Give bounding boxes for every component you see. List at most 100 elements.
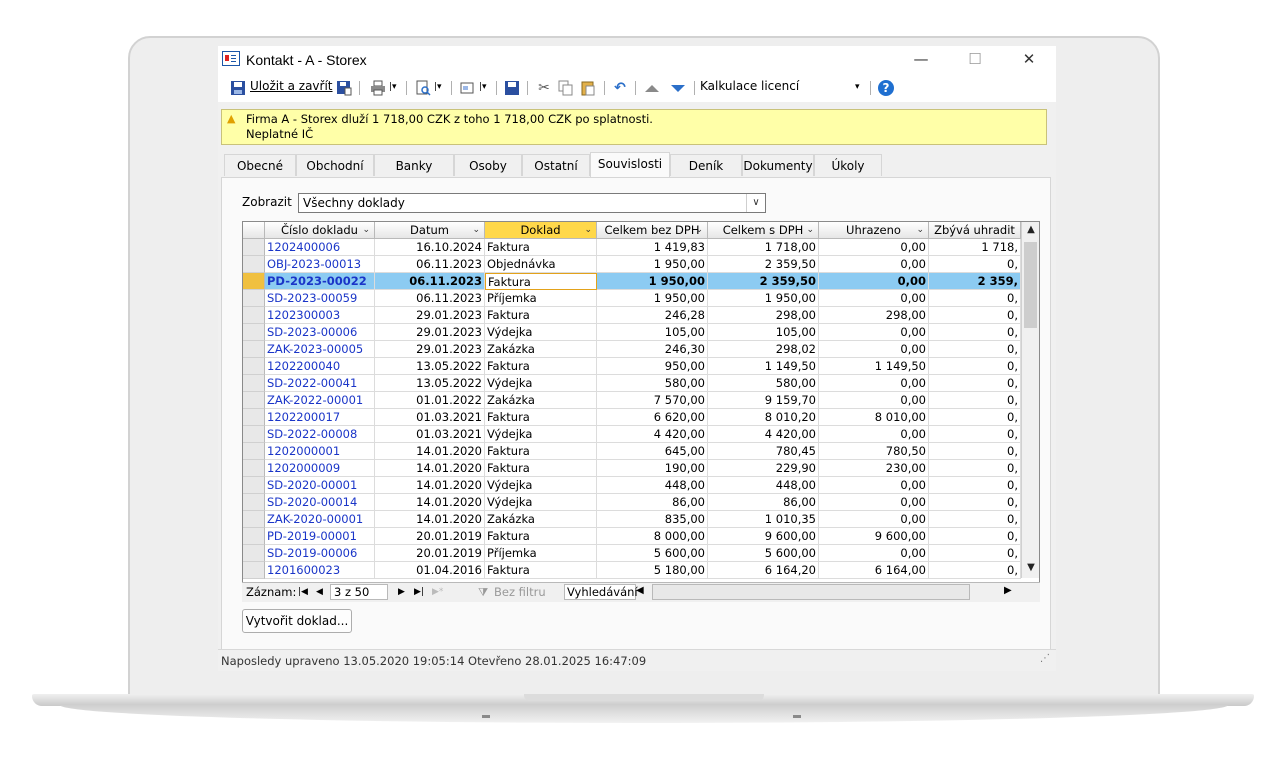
filter-select[interactable]: Všechny doklady ∨	[298, 193, 766, 213]
row-selector[interactable]	[243, 426, 265, 443]
scroll-left-icon[interactable]: ◀	[636, 585, 644, 596]
cell-bez[interactable]: 1 950,00	[597, 256, 708, 273]
row-selector[interactable]	[243, 256, 265, 273]
cell-uhr[interactable]: 230,00	[819, 460, 929, 477]
cell-cislo[interactable]: SD-2022-00008	[265, 426, 375, 443]
table-row[interactable]: PD-2023-00022 06.11.2023 Faktura 1 950,00 2 …	[243, 273, 1021, 290]
cell-datum[interactable]: 13.05.2022	[375, 358, 485, 375]
cell-uhr[interactable]: 0,00	[819, 426, 929, 443]
dropdown-icon[interactable]: ⌄	[472, 222, 480, 238]
cell-doklad[interactable]: Faktura	[485, 443, 597, 460]
cell-zbyva[interactable]: 1 718,	[929, 239, 1021, 256]
chevron-down-icon[interactable]: |▾	[434, 82, 442, 92]
row-selector[interactable]	[243, 392, 265, 409]
tab-ukoly[interactable]: Úkoly	[814, 154, 882, 176]
cell-uhr[interactable]: 0,00	[819, 545, 929, 562]
cell-s[interactable]: 2 359,50	[708, 273, 819, 290]
scroll-down-icon[interactable]: ▼	[1023, 560, 1039, 576]
arrow-down-icon[interactable]	[670, 80, 686, 96]
cell-doklad[interactable]: Výdejka	[485, 375, 597, 392]
record-position-field[interactable]: 3 z 50	[330, 584, 388, 600]
cell-uhr[interactable]: 0,00	[819, 511, 929, 528]
cell-cislo[interactable]: SD-2020-00001	[265, 477, 375, 494]
cell-cislo[interactable]: SD-2023-00059	[265, 290, 375, 307]
scroll-right-icon[interactable]: ▶	[1004, 585, 1012, 596]
chevron-down-icon[interactable]: |▾	[479, 82, 487, 92]
save-icon[interactable]	[230, 80, 246, 96]
row-selector[interactable]	[243, 239, 265, 256]
cell-cislo[interactable]: ZAK-2020-00001	[265, 511, 375, 528]
minimize-button[interactable]: —	[906, 50, 936, 70]
cell-s[interactable]: 8 010,20	[708, 409, 819, 426]
no-filter-button[interactable]: Bez filtru	[494, 585, 546, 599]
cell-doklad[interactable]: Faktura	[485, 358, 597, 375]
cell-doklad[interactable]: Faktura	[485, 409, 597, 426]
row-selector[interactable]	[243, 375, 265, 392]
cell-cislo[interactable]: 1202200017	[265, 409, 375, 426]
cell-s[interactable]: 298,02	[708, 341, 819, 358]
cell-s[interactable]: 298,00	[708, 307, 819, 324]
row-selector[interactable]	[243, 307, 265, 324]
cell-uhr[interactable]: 0,00	[819, 341, 929, 358]
cell-zbyva[interactable]: 0,	[929, 528, 1021, 545]
cell-datum[interactable]: 29.01.2023	[375, 307, 485, 324]
cell-cislo[interactable]: SD-2019-00006	[265, 545, 375, 562]
cell-datum[interactable]: 06.11.2023	[375, 256, 485, 273]
cell-bez[interactable]: 1 419,83	[597, 239, 708, 256]
cell-s[interactable]: 448,00	[708, 477, 819, 494]
row-selector[interactable]	[243, 290, 265, 307]
column-header-doklad[interactable]: Doklad ⌄	[485, 222, 597, 239]
filter-off-icon[interactable]: ⧩	[478, 585, 488, 600]
cell-datum[interactable]: 14.01.2020	[375, 511, 485, 528]
save-close-button[interactable]: Uložit a zavřít	[250, 79, 333, 93]
cell-doklad[interactable]: Zakázka	[485, 392, 597, 409]
cell-uhr[interactable]: 0,00	[819, 392, 929, 409]
cell-cislo[interactable]: 1201600023	[265, 562, 375, 579]
cell-s[interactable]: 1 950,00	[708, 290, 819, 307]
table-row[interactable]: OBJ-2023-00013 06.11.2023 Objednávka 1 950,…	[243, 256, 1021, 273]
cell-datum[interactable]: 01.01.2022	[375, 392, 485, 409]
cell-datum[interactable]: 20.01.2019	[375, 545, 485, 562]
cell-s[interactable]: 5 600,00	[708, 545, 819, 562]
save-new-icon[interactable]	[336, 80, 352, 96]
row-selector[interactable]	[243, 324, 265, 341]
column-header-uhrazeno[interactable]: Uhrazeno ⌄	[819, 222, 929, 239]
cell-uhr[interactable]: 0,00	[819, 375, 929, 392]
cell-uhr[interactable]: 780,50	[819, 443, 929, 460]
cell-datum[interactable]: 29.01.2023	[375, 324, 485, 341]
table-row[interactable]: SD-2022-00008 01.03.2021 Výdejka 4 420,00 4 …	[243, 426, 1021, 443]
print-preview-icon[interactable]	[415, 80, 431, 96]
table-row[interactable]: PD-2019-00001 20.01.2019 Faktura 8 000,00 9 …	[243, 528, 1021, 545]
cell-cislo[interactable]: SD-2023-00006	[265, 324, 375, 341]
cell-uhr[interactable]: 0,00	[819, 273, 929, 290]
cell-zbyva[interactable]: 0,	[929, 341, 1021, 358]
help-icon[interactable]: ?	[878, 80, 894, 96]
horizontal-scrollbar[interactable]	[652, 584, 970, 600]
cell-doklad[interactable]: Zakázka	[485, 341, 597, 358]
cell-uhr[interactable]: 0,00	[819, 290, 929, 307]
first-record-icon[interactable]: |◀	[298, 587, 308, 597]
cell-cislo[interactable]: SD-2020-00014	[265, 494, 375, 511]
row-selector[interactable]	[243, 494, 265, 511]
row-selector[interactable]	[243, 545, 265, 562]
row-selector[interactable]	[243, 273, 265, 290]
cell-cislo[interactable]: 1202400006	[265, 239, 375, 256]
row-selector[interactable]	[243, 358, 265, 375]
column-header-zbyva[interactable]: Zbývá uhradit	[929, 222, 1021, 239]
table-row[interactable]: 1202300003 29.01.2023 Faktura 246,28 298,00 2…	[243, 307, 1021, 324]
row-selector[interactable]	[243, 409, 265, 426]
cell-zbyva[interactable]: 0,	[929, 290, 1021, 307]
cell-bez[interactable]: 246,28	[597, 307, 708, 324]
cell-cislo[interactable]: 1202300003	[265, 307, 375, 324]
table-row[interactable]: ZAK-2020-00001 14.01.2020 Zakázka 835,00 1 0…	[243, 511, 1021, 528]
last-record-icon[interactable]: ▶|	[414, 587, 424, 597]
table-row[interactable]: SD-2020-00001 14.01.2020 Výdejka 448,00 448,…	[243, 477, 1021, 494]
cell-bez[interactable]: 580,00	[597, 375, 708, 392]
arrow-up-icon[interactable]	[644, 80, 660, 96]
cell-zbyva[interactable]: 0,	[929, 256, 1021, 273]
column-header-s-dph[interactable]: Celkem s DPH ⌄	[708, 222, 819, 239]
cell-s[interactable]: 4 420,00	[708, 426, 819, 443]
tab-ostatni[interactable]: Ostatní	[522, 154, 590, 176]
vertical-scrollbar[interactable]: ▲ ▼	[1021, 222, 1039, 578]
paste-icon[interactable]	[580, 80, 596, 96]
